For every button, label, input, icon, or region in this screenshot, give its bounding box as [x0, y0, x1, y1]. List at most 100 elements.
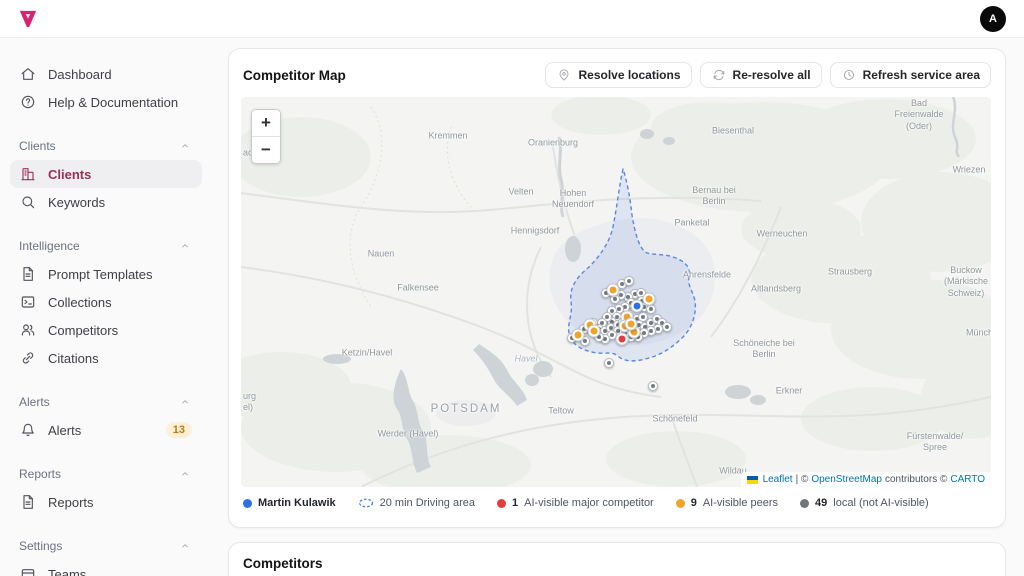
button-label: Refresh service area [863, 68, 980, 82]
map-legend: Martin Kulawik 20 min Driving area 1 AI-vis… [229, 487, 1005, 509]
chevron-up-icon [179, 540, 190, 551]
legend-text: AI-visible major competitor [524, 497, 654, 509]
sidebar-item-alerts[interactable]: Alerts 13 [10, 416, 202, 444]
sidebar-section-intelligence[interactable]: Intelligence [10, 232, 202, 260]
sidebar-item-label: Clients [48, 167, 91, 182]
search-icon [20, 194, 36, 210]
map-attribution: Leaflet | © OpenStreetMap contributors ©… [741, 472, 991, 487]
sidebar-item-label: Prompt Templates [48, 267, 153, 282]
sidebar-item-label: Alerts [48, 423, 81, 438]
sidebar-item-collections[interactable]: Collections [10, 288, 202, 316]
refresh-service-area-button[interactable]: Refresh service area [830, 62, 991, 88]
local-business-marker[interactable] [624, 276, 634, 286]
clock-icon [842, 69, 855, 82]
attribution-text: contributors © [885, 474, 947, 485]
bell-icon [20, 422, 36, 438]
chevron-up-icon [179, 468, 190, 479]
legend-text: AI-visible peers [703, 497, 778, 509]
users-icon [20, 322, 36, 338]
refresh-icon [712, 69, 725, 82]
re-resolve-all-button[interactable]: Re-resolve all [700, 62, 822, 88]
brand-logo-icon[interactable] [18, 10, 38, 28]
resolve-locations-button[interactable]: Resolve locations [545, 62, 691, 88]
sidebar-item-citations[interactable]: Citations [10, 344, 202, 372]
avatar[interactable]: A [980, 6, 1006, 32]
section-label: Clients [19, 139, 56, 153]
legend-item-49: 49 local (not AI-visible) [800, 497, 929, 509]
legend-bold: 49 [815, 497, 827, 509]
sidebar-item-teams[interactable]: Teams [10, 560, 202, 576]
sidebar-section-reports[interactable]: Reports [10, 460, 202, 488]
alerts-count-badge: 13 [166, 422, 192, 438]
legend-dot-icon [800, 499, 809, 508]
osm-link[interactable]: OpenStreetMap [811, 474, 882, 485]
ai-visible-peer-marker[interactable] [588, 325, 601, 338]
legend-bold: 9 [691, 497, 697, 509]
sidebar-section-clients[interactable]: Clients [10, 132, 202, 160]
legend-item-20-min-driving-area: 20 min Driving area [358, 497, 475, 509]
ai-visible-peer-marker[interactable] [625, 318, 638, 331]
legend-dot-icon [243, 499, 252, 508]
help-icon [20, 94, 36, 110]
sidebar-item-prompt-templates[interactable]: Prompt Templates [10, 260, 202, 288]
legend-bold: 1 [512, 497, 518, 509]
legend-text: local (not AI-visible) [833, 497, 928, 509]
competitor-map-card: Competitor Map Resolve locations Re-resol… [228, 48, 1006, 528]
ai-visible-peer-marker[interactable] [643, 293, 656, 306]
app-screen: A Dashboard Help & Documentation Clients Cl… [0, 0, 1024, 576]
competitors-title: Competitors [243, 556, 991, 571]
file-text-icon [20, 494, 36, 510]
competitors-card: Competitors [228, 542, 1006, 576]
button-label: Resolve locations [578, 68, 680, 82]
sidebar-item-help-documentation[interactable]: Help & Documentation [10, 88, 202, 116]
attribution-sep: | © [796, 474, 809, 485]
sidebar-item-label: Dashboard [48, 67, 112, 82]
link-icon [20, 350, 36, 366]
section-label: Settings [19, 539, 62, 553]
section-label: Alerts [19, 395, 50, 409]
major-competitor-marker[interactable] [616, 333, 629, 346]
zoom-in-button[interactable]: + [252, 110, 280, 136]
window-icon [20, 566, 36, 576]
chevron-up-icon [179, 140, 190, 151]
chevron-up-icon [179, 396, 190, 407]
legend-item-9: 9 AI-visible peers [676, 497, 778, 509]
local-business-marker[interactable] [648, 381, 658, 391]
home-icon [20, 66, 36, 82]
file-text-icon [20, 266, 36, 282]
ukraine-flag-icon [747, 476, 758, 484]
ai-visible-peer-marker[interactable] [572, 329, 585, 342]
local-business-marker[interactable] [604, 358, 614, 368]
sidebar-section-alerts[interactable]: Alerts [10, 388, 202, 416]
competitor-map[interactable]: + − Leaflet | © OpenStreetMap contributo… [241, 97, 991, 487]
legend-text: 20 min Driving area [380, 497, 475, 509]
sidebar-item-reports[interactable]: Reports [10, 488, 202, 516]
sidebar-section-settings[interactable]: Settings [10, 532, 202, 560]
competitor-map-card-header: Competitor Map Resolve locations Re-resol… [229, 49, 1005, 97]
sidebar-item-competitors[interactable]: Competitors [10, 316, 202, 344]
driving-area-icon [358, 498, 374, 508]
local-business-marker[interactable] [646, 304, 656, 314]
sidebar-item-keywords[interactable]: Keywords [10, 188, 202, 216]
panel-icon [20, 294, 36, 310]
zoom-out-button[interactable]: − [252, 136, 280, 163]
sidebar-item-label: Reports [48, 495, 94, 510]
leaflet-link[interactable]: Leaflet [763, 474, 793, 485]
main-content: Competitor Map Resolve locations Re-resol… [228, 48, 1006, 576]
chevron-up-icon [179, 240, 190, 251]
sidebar-item-label: Keywords [48, 195, 105, 210]
legend-dot-icon [676, 499, 685, 508]
section-label: Intelligence [19, 239, 80, 253]
sidebar-item-dashboard[interactable]: Dashboard [10, 60, 202, 88]
competitor-map-title: Competitor Map [243, 68, 346, 83]
legend-item-martin-kulawik: Martin Kulawik [243, 497, 336, 509]
local-business-marker[interactable] [662, 322, 672, 332]
sidebar-item-label: Collections [48, 295, 112, 310]
legend-item-1: 1 AI-visible major competitor [497, 497, 654, 509]
carto-link[interactable]: CARTO [950, 474, 985, 485]
sidebar-item-clients[interactable]: Clients [10, 160, 202, 188]
section-label: Reports [19, 467, 61, 481]
client-location-marker[interactable] [631, 300, 644, 313]
pin-icon [558, 69, 571, 82]
ai-visible-peer-marker[interactable] [607, 284, 620, 297]
